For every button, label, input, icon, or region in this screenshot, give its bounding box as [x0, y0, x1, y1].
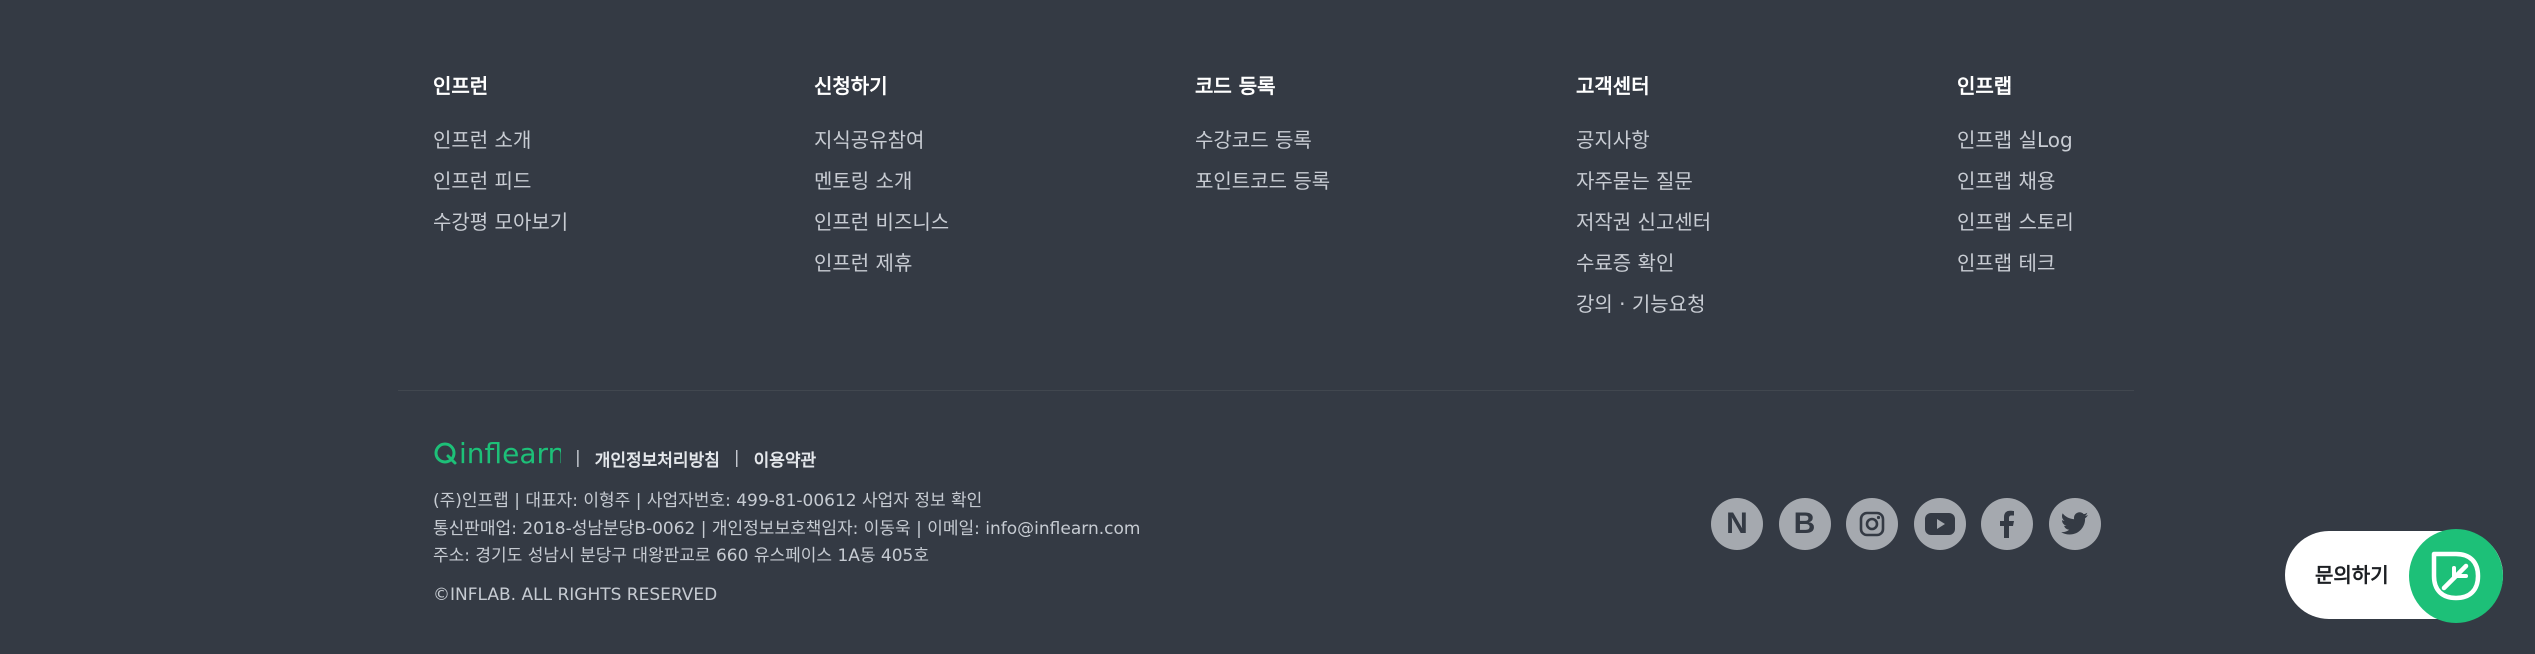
link-feature-request[interactable]: 강의 · 기능요청 — [1576, 288, 1957, 329]
naver-icon[interactable]: N — [1711, 498, 1763, 550]
brand-row: inflearn | 개인정보처리방침 | 이용약관 — [433, 438, 816, 478]
twitter-icon[interactable] — [2048, 498, 2101, 550]
naver-letter: N — [1726, 507, 1748, 540]
link-certificate[interactable]: 수료증 확인 — [1576, 247, 1957, 288]
column-title: 고객센터 — [1576, 74, 1650, 98]
brand-separator: | — [575, 448, 581, 468]
link-notices[interactable]: 공지사항 — [1576, 124, 1957, 165]
inquiry-label: 문의하기 — [2315, 563, 2389, 587]
twitter-glyph — [2060, 512, 2088, 535]
company-address: 주소: 경기도 성남시 분당구 대왕판교로 660 유스페이스 1A동 405호 — [433, 546, 930, 566]
blog-icon[interactable]: B — [1778, 498, 1831, 550]
link-inflab-story[interactable]: 인프랩 스토리 — [1957, 206, 2338, 247]
footer-column-code: 코드 등록 수강코드 등록 포인트코드 등록 — [1195, 70, 1576, 329]
inquiry-leaf-icon[interactable] — [2409, 529, 2503, 623]
footer-column-support: 고객센터 공지사항 자주묻는 질문 저작권 신고센터 수료증 확인 강의 · 기… — [1576, 70, 1957, 329]
inflearn-logo-mark: inflearn — [434, 438, 561, 470]
facebook-icon[interactable] — [1981, 498, 2033, 550]
link-point-code[interactable]: 포인트코드 등록 — [1195, 165, 1576, 206]
terms-link[interactable]: 이용약관 — [754, 446, 817, 471]
link-partnership[interactable]: 인프런 제휴 — [814, 247, 1195, 288]
footer-column-inflearn: 인프런 인프런 소개 인프런 피드 수강평 모아보기 — [433, 70, 814, 329]
footer-column-apply: 신청하기 지식공유참여 멘토링 소개 인프런 비즈니스 인프런 제휴 — [814, 70, 1195, 329]
link-mentoring[interactable]: 멘토링 소개 — [814, 165, 1195, 206]
youtube-glyph — [1924, 513, 1955, 535]
column-title: 인프랩 — [1957, 74, 2013, 98]
column-title: 인프런 — [433, 74, 489, 98]
link-inflab-tech[interactable]: 인프랩 테크 — [1957, 247, 2338, 288]
link-inflab-log[interactable]: 인프랩 실Log — [1957, 124, 2338, 165]
link-feed[interactable]: 인프런 피드 — [433, 165, 814, 206]
company-info-line-2: 통신판매업: 2018-성남분당B-0062 | 개인정보보호책임자: 이동욱 … — [433, 519, 1141, 539]
link-about[interactable]: 인프런 소개 — [433, 124, 814, 165]
leaf-icon — [2431, 551, 2481, 601]
company-info-line-1: (주)인프랩 | 대표자: 이형주 | 사업자번호: 499-81-00612 … — [433, 491, 983, 511]
brand-separator: | — [733, 448, 740, 468]
link-knowledge-share[interactable]: 지식공유참여 — [814, 124, 1195, 165]
footer-column-inflab: 인프랩 인프랩 실Log 인프랩 채용 인프랩 스토리 인프랩 테크 — [1957, 70, 2338, 329]
privacy-policy-link[interactable]: 개인정보처리방침 — [595, 446, 720, 471]
inflearn-logo[interactable]: inflearn — [433, 438, 561, 478]
social-links: N B — [1711, 498, 2116, 550]
link-copyright-report[interactable]: 저작권 신고센터 — [1576, 206, 1957, 247]
column-title: 신청하기 — [814, 74, 888, 98]
instagram-glyph — [1859, 511, 1885, 537]
logo-text: inflearn — [459, 438, 561, 470]
link-inflab-careers[interactable]: 인프랩 채용 — [1957, 165, 2338, 206]
link-reviews[interactable]: 수강평 모아보기 — [433, 206, 814, 247]
blog-letter: B — [1793, 507, 1816, 540]
footer-divider — [398, 390, 2134, 391]
link-faq[interactable]: 자주묻는 질문 — [1576, 165, 1957, 206]
youtube-icon[interactable] — [1913, 498, 1966, 550]
copyright: ©INFLAB. ALL RIGHTS RESERVED — [433, 585, 718, 605]
instagram-icon[interactable] — [1846, 498, 1898, 550]
link-business[interactable]: 인프런 비즈니스 — [814, 206, 1195, 247]
column-title: 코드 등록 — [1195, 74, 1276, 98]
facebook-glyph — [2000, 510, 2014, 538]
footer-columns: 인프런 인프런 소개 인프런 피드 수강평 모아보기 신청하기 지식공유참여 멘… — [433, 70, 2338, 329]
link-course-code[interactable]: 수강코드 등록 — [1195, 124, 1576, 165]
